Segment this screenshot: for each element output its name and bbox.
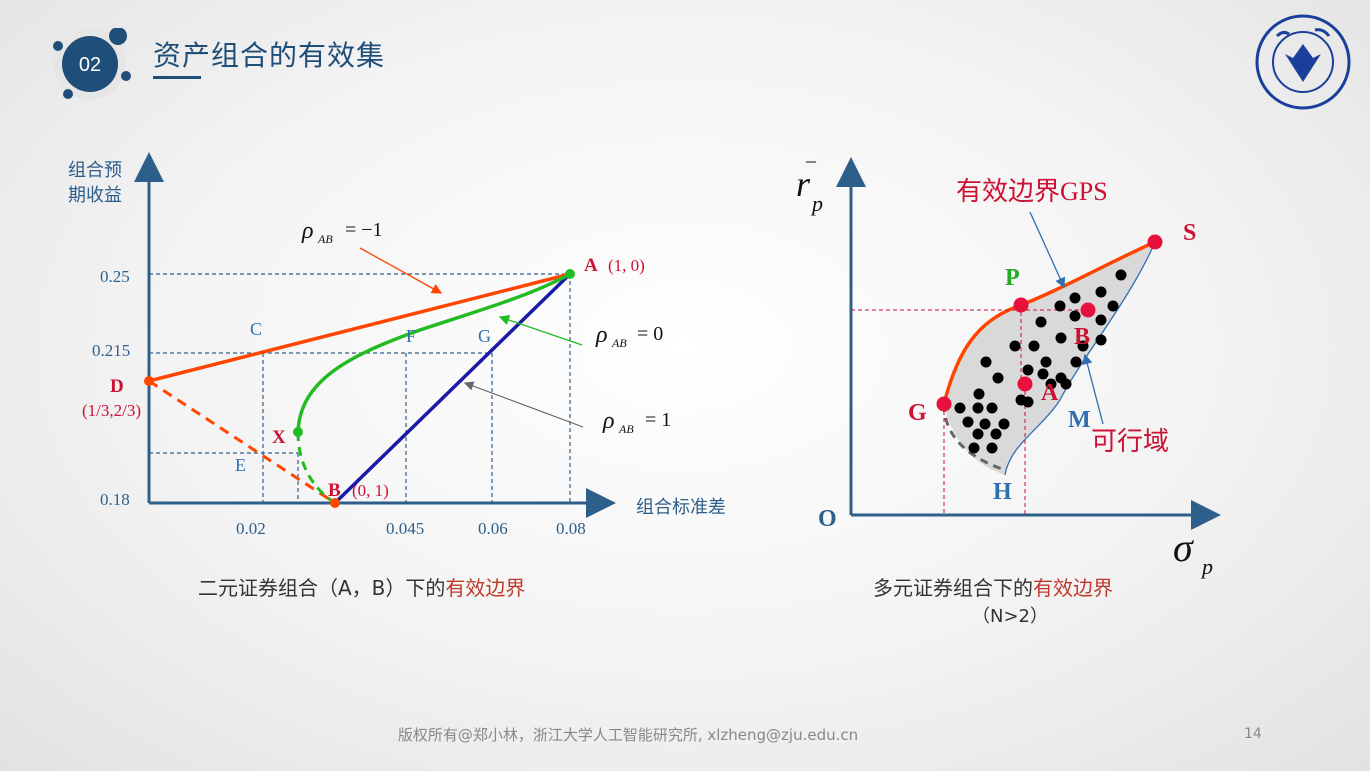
two-asset-chart: 组合预 期收益 组合标准差 0.25 0.215 0.18 0.02 0.045…: [68, 143, 1221, 579]
r-xlabel-sub: p: [1200, 554, 1213, 579]
r-origin: O: [818, 506, 837, 532]
r-label-S: S: [1183, 220, 1196, 246]
point-A: [565, 269, 575, 279]
svg-text:AB: AB: [611, 336, 627, 350]
left-caption-highlight: 有效边界: [445, 576, 526, 600]
r-xlabel: σ: [1173, 525, 1194, 570]
right-caption-text: 多元证券组合下的: [873, 576, 1033, 600]
x-tick-002: 0.02: [236, 519, 266, 538]
multi-asset-chart: S P B A G M H O 有效边界GPS 可行域 _ r p σ p: [796, 143, 1221, 579]
y-tick-018: 0.18: [100, 490, 130, 509]
right-caption-highlight: 有效边界: [1033, 576, 1113, 600]
svg-text:AB: AB: [317, 232, 333, 246]
r-bar: _: [805, 143, 817, 165]
label-B-coord: (0, 1): [352, 481, 389, 500]
rho-one-annotation: ρ AB = 1: [602, 408, 671, 436]
rho-zero-annotation: ρ AB = 0: [595, 322, 663, 350]
rho-neg1-line: [148, 272, 571, 383]
label-B: B: [328, 480, 341, 501]
r-label-H: H: [993, 479, 1012, 505]
svg-text:ρ: ρ: [595, 322, 608, 348]
frontier-pointer: [1029, 211, 1065, 289]
r-label-B: B: [1074, 324, 1090, 350]
y-tick-0215: 0.215: [92, 341, 130, 360]
r-ylabel-sub: p: [810, 191, 823, 216]
rho-neg1-pointer: [359, 247, 443, 294]
point-P: [1013, 297, 1029, 313]
svg-text:= 1: = 1: [645, 409, 671, 431]
label-G: G: [478, 326, 491, 346]
label-D-coord: (1/3,2/3): [82, 401, 141, 420]
y-tick-025: 0.25: [100, 267, 130, 286]
x-tick-006: 0.06: [478, 519, 508, 538]
svg-text:= 0: = 0: [637, 323, 663, 345]
point-D: [144, 376, 154, 386]
x-axis-label: 组合标准差: [636, 497, 726, 518]
point-X: [293, 427, 303, 437]
point-S: [1147, 234, 1163, 250]
page-number: 14: [1244, 726, 1262, 742]
y-axis-label-2: 期收益: [68, 185, 122, 206]
left-caption-text: 二元证券组合（A，B）下的: [198, 576, 446, 600]
r-label-G: G: [908, 400, 927, 426]
footer-copyright: 版权所有@郑小林，浙江大学人工智能研究所, xlzheng@zju.edu.cn: [397, 726, 859, 744]
y-axis-label-1: 组合预: [68, 160, 122, 181]
svg-text:ρ: ρ: [301, 218, 314, 244]
x-tick-0045: 0.045: [386, 519, 424, 538]
label-A: A: [584, 255, 598, 276]
svg-text:= −1: = −1: [345, 219, 383, 241]
rho-one-pointer: [463, 381, 584, 428]
svg-text:ρ: ρ: [602, 408, 615, 434]
point-G: [936, 396, 952, 412]
frontier-label: 有效边界GPS: [956, 177, 1108, 206]
r-label-P: P: [1005, 265, 1020, 291]
point-A-right: [1017, 376, 1033, 392]
svg-text:AB: AB: [618, 422, 634, 436]
left-caption: 二元证券组合（A，B）下的有效边界: [198, 572, 525, 601]
label-C: C: [250, 319, 262, 339]
label-X: X: [272, 427, 286, 448]
point-B-right: [1080, 302, 1096, 318]
label-E: E: [235, 455, 246, 475]
label-F: F: [406, 326, 416, 346]
guide-lines: [149, 273, 571, 503]
right-caption-sub: （N>2）: [972, 606, 1048, 627]
rho-one-line: [333, 272, 572, 505]
rho-neg1-annotation: ρ AB = −1: [301, 218, 383, 246]
x-tick-008: 0.08: [556, 519, 586, 538]
right-caption: 多元证券组合下的有效边界: [873, 572, 1113, 601]
r-label-A: A: [1041, 380, 1059, 406]
label-A-coord: (1, 0): [608, 256, 645, 275]
label-D: D: [110, 376, 124, 397]
r-label-M: M: [1068, 407, 1091, 433]
feasible-label: 可行域: [1091, 427, 1169, 457]
r-ylabel: r: [796, 164, 811, 204]
